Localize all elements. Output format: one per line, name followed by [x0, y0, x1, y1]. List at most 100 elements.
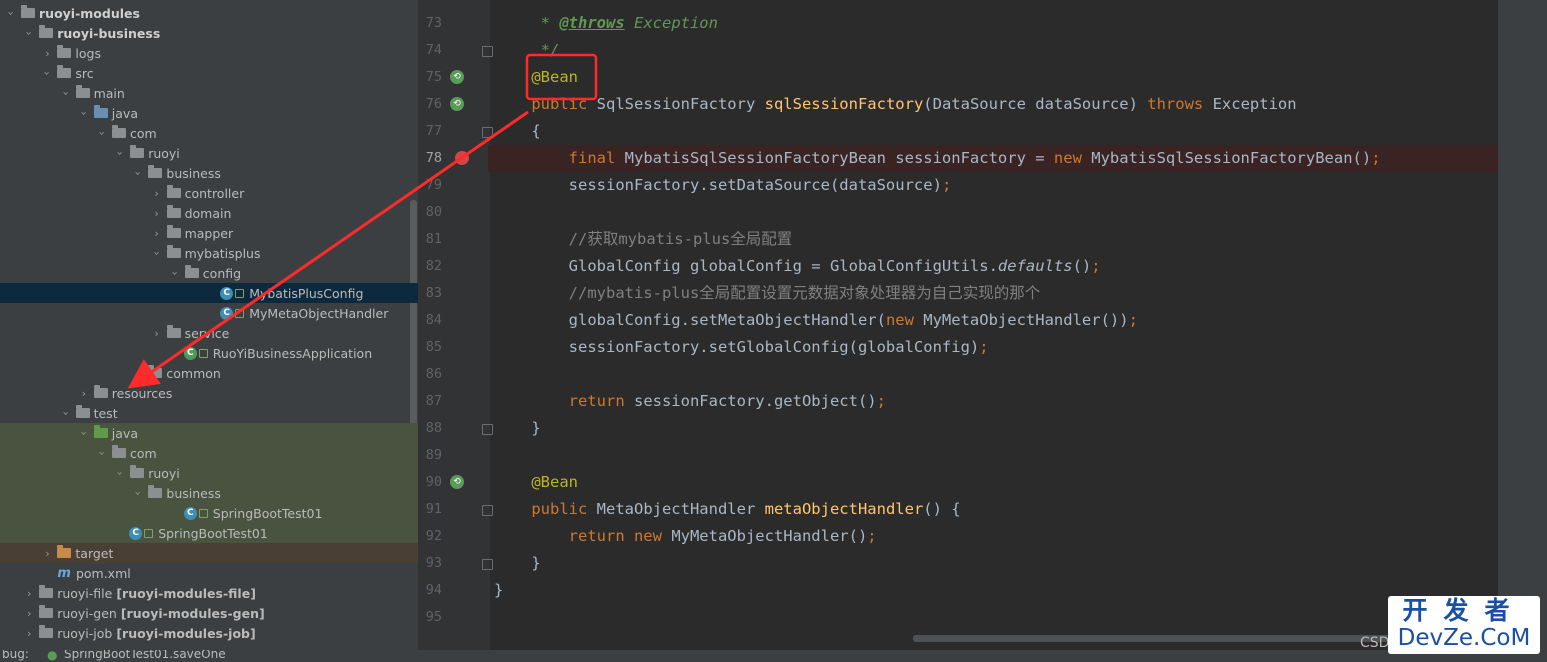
chevron-down-icon[interactable]: › [132, 166, 145, 180]
code-line[interactable]: public SqlSessionFactory sqlSessionFacto… [494, 91, 1296, 118]
code-line[interactable]: */ [494, 37, 560, 64]
tree-item[interactable]: › src [0, 63, 418, 83]
tree-item[interactable]: › business [0, 483, 418, 503]
chevron-down-icon[interactable]: › [168, 266, 181, 280]
code-line[interactable]: return sessionFactory.getObject(); [494, 388, 886, 415]
tree-item[interactable]: › ruoyi-file [ruoyi-modules-file] [0, 583, 418, 603]
tree-item[interactable]: › com [0, 443, 418, 463]
tree-item[interactable]: › ruoyi-gen [ruoyi-modules-gen] [0, 603, 418, 623]
tree-item-label: com [130, 125, 157, 141]
breakpoint-icon[interactable] [455, 151, 469, 165]
chevron-down-icon[interactable]: › [96, 446, 109, 460]
tree-item[interactable]: › business [0, 163, 418, 183]
code-line[interactable]: GlobalConfig globalConfig = GlobalConfig… [494, 253, 1101, 280]
tree-item[interactable]: C SpringBootTest01 [0, 503, 418, 523]
chevron-right-icon[interactable]: › [150, 327, 164, 340]
code-line[interactable]: //mybatis-plus全局配置设置元数据对象处理器为自己实现的那个 [494, 280, 1041, 307]
code-line[interactable]: sessionFactory.setDataSource(dataSource)… [494, 172, 952, 199]
module-tag: [ruoyi-modules-job] [116, 625, 256, 641]
chevron-down-icon[interactable]: › [59, 86, 72, 100]
chevron-down-icon[interactable]: › [59, 406, 72, 420]
tree-item[interactable]: C MyMetaObjectHandler [0, 303, 418, 323]
tree-item[interactable]: › config [0, 263, 418, 283]
code-line[interactable]: } [494, 577, 503, 604]
chevron-down-icon[interactable]: › [41, 66, 54, 80]
tree-item[interactable]: › common [0, 363, 418, 383]
watermark-line2: DevZe.CoM [1397, 625, 1531, 651]
chevron-down-icon[interactable]: › [114, 146, 127, 160]
chevron-right-icon[interactable]: › [40, 547, 54, 560]
chevron-down-icon[interactable]: › [5, 6, 18, 20]
chevron-right-icon[interactable]: › [150, 227, 164, 240]
tree-item[interactable]: › java [0, 423, 418, 443]
tree-item[interactable]: › service [0, 323, 418, 343]
tree-item[interactable]: › controller [0, 183, 418, 203]
tree-item[interactable]: › domain [0, 203, 418, 223]
code-line[interactable]: sessionFactory.setGlobalConfig(globalCon… [494, 334, 989, 361]
tree-item[interactable]: › logs [0, 43, 418, 63]
tree-item[interactable]: C SpringBootTest01 [0, 523, 418, 543]
tree-item[interactable]: › target [0, 543, 418, 563]
code-line[interactable]: globalConfig.setMetaObjectHandler(new My… [494, 307, 1138, 334]
chevron-down-icon[interactable]: › [96, 126, 109, 140]
tree-item[interactable]: C RuoYiBusinessApplication [0, 343, 418, 363]
tree-item[interactable]: › java [0, 103, 418, 123]
fold-marker-icon[interactable] [482, 46, 493, 57]
chevron-down-icon[interactable]: › [23, 26, 36, 40]
code-line[interactable]: return new MyMetaObjectHandler(); [494, 523, 877, 550]
code-line[interactable]: final MybatisSqlSessionFactoryBean sessi… [494, 145, 1381, 172]
chevron-right-icon[interactable]: › [22, 627, 36, 640]
right-structure-panel[interactable] [1498, 0, 1547, 650]
chevron-right-icon[interactable]: › [150, 207, 164, 220]
tree-item[interactable]: › mybatisplus [0, 243, 418, 263]
spring-bean-icon[interactable]: ⟲ [450, 97, 464, 111]
tree-item[interactable]: m pom.xml [0, 563, 418, 583]
tree-item-label: service [184, 325, 230, 341]
tree-item[interactable]: › mapper [0, 223, 418, 243]
tree-item[interactable]: C MybatisPlusConfig [0, 283, 418, 303]
tree-item[interactable]: › main [0, 83, 418, 103]
chevron-down-icon[interactable]: › [132, 486, 145, 500]
tree-item[interactable]: › ruoyi [0, 143, 418, 163]
fold-marker-icon[interactable] [482, 559, 493, 570]
chevron-down-icon[interactable]: › [77, 106, 90, 120]
code-line[interactable]: @Bean [494, 64, 578, 91]
tree-item[interactable]: › test [0, 403, 418, 423]
spring-bean-icon[interactable]: ⟲ [450, 70, 464, 84]
tree-item-label: SpringBootTest01 [212, 505, 323, 521]
tree-item[interactable]: › ruoyi-modules [0, 3, 418, 23]
code-line[interactable]: } [494, 550, 540, 577]
code-line[interactable]: //获取mybatis-plus全局配置 [494, 226, 793, 253]
code-line[interactable]: } [494, 415, 540, 442]
code-editor[interactable]: 73 74 75 ⟲ 76 ⟲ 77 78 79 80 81 82 83 84 85 86 87 88 89 90 ⟲ 9… [418, 0, 1498, 650]
tree-item[interactable]: › ruoyi [0, 463, 418, 483]
code-line[interactable]: public MetaObjectHandler metaObjectHandl… [494, 496, 960, 523]
tree-item[interactable]: › ruoyi-business [0, 23, 418, 43]
fold-marker-icon[interactable] [482, 424, 493, 435]
fold-marker-icon[interactable] [482, 127, 493, 138]
package-icon [148, 365, 163, 378]
tree-item[interactable]: › resources [0, 383, 418, 403]
chevron-right-icon[interactable]: › [131, 367, 145, 380]
debug-tab-label[interactable]: SpringBootTest01.saveOne [64, 650, 226, 661]
tree-item[interactable]: › com [0, 123, 418, 143]
code-line[interactable]: { [494, 118, 540, 145]
project-tree-panel[interactable]: › ruoyi-modules › ruoyi-business › logs › src › m… [0, 0, 418, 650]
chevron-right-icon[interactable]: › [40, 47, 54, 60]
spring-bean-icon[interactable]: ⟲ [450, 475, 464, 489]
chevron-right-icon[interactable]: › [77, 387, 91, 400]
tree-item[interactable]: › ruoyi-job [ruoyi-modules-job] [0, 623, 418, 643]
tree-item-label: ruoyi-business [57, 25, 161, 41]
code-token: sqlSessionFactory [764, 95, 924, 113]
chevron-down-icon[interactable]: › [114, 466, 127, 480]
code-line[interactable]: @Bean [494, 469, 578, 496]
line-number: 88 [425, 420, 442, 436]
chevron-down-icon[interactable]: › [150, 246, 163, 260]
chevron-down-icon[interactable]: › [77, 426, 90, 440]
chevron-right-icon[interactable]: › [22, 587, 36, 600]
line-number: 92 [425, 528, 442, 544]
fold-marker-icon[interactable] [482, 505, 493, 516]
chevron-right-icon[interactable]: › [22, 607, 36, 620]
code-line[interactable]: * @throws Exception [494, 10, 718, 37]
chevron-right-icon[interactable]: › [150, 187, 164, 200]
